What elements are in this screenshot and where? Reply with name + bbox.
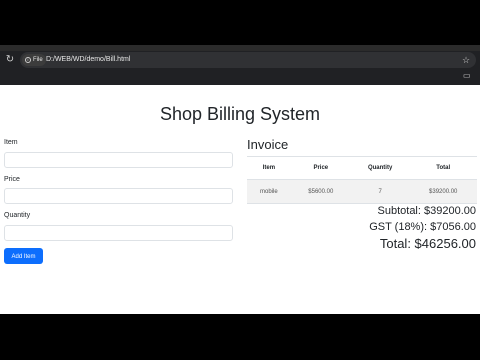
add-item-button[interactable]: Add Item (4, 248, 43, 264)
gst-text: GST (18%): $7056.00 (369, 221, 476, 233)
bookmarks-bar (0, 68, 480, 85)
cell-total: $39200.00 (409, 179, 477, 204)
table-row: mobile $5600.00 7 $39200.00 (247, 179, 477, 204)
quantity-input[interactable] (4, 225, 233, 241)
price-label: Price (4, 176, 20, 183)
header-total: Total (409, 156, 477, 180)
total-text: Total: $46256.00 (379, 236, 476, 251)
site-info-label: File (33, 57, 43, 63)
info-icon: i (25, 57, 31, 63)
bookmark-star-icon[interactable]: ☆ (462, 53, 470, 67)
table-header-row: Item Price Quantity Total (247, 156, 477, 180)
cell-item: mobile (247, 179, 291, 204)
header-quantity: Quantity (350, 156, 410, 180)
header-price: Price (290, 156, 351, 180)
invoice-table: Item Price Quantity Total mobile $5600.0… (247, 156, 477, 204)
cell-price: $5600.00 (290, 179, 351, 204)
reload-icon[interactable]: ↻ (4, 54, 16, 66)
page-title: Shop Billing System (159, 104, 321, 124)
item-input[interactable] (4, 152, 233, 168)
header-item: Item (247, 156, 291, 180)
price-input[interactable] (4, 188, 233, 204)
bottom-letterbox (0, 314, 480, 360)
tab-strip (0, 45, 480, 51)
subtotal-text: Subtotal: $39200.00 (377, 205, 476, 217)
folder-icon[interactable]: ▭ (463, 71, 471, 81)
item-label: Item (4, 139, 18, 146)
site-info-chip[interactable]: i File (22, 54, 46, 66)
quantity-label: Quantity (4, 212, 31, 219)
invoice-title: Invoice (247, 137, 289, 152)
top-letterbox (0, 0, 480, 45)
url-text[interactable]: D:/WEB/WD/demo/Bill.html (46, 53, 130, 67)
cell-quantity: 7 (350, 179, 410, 204)
